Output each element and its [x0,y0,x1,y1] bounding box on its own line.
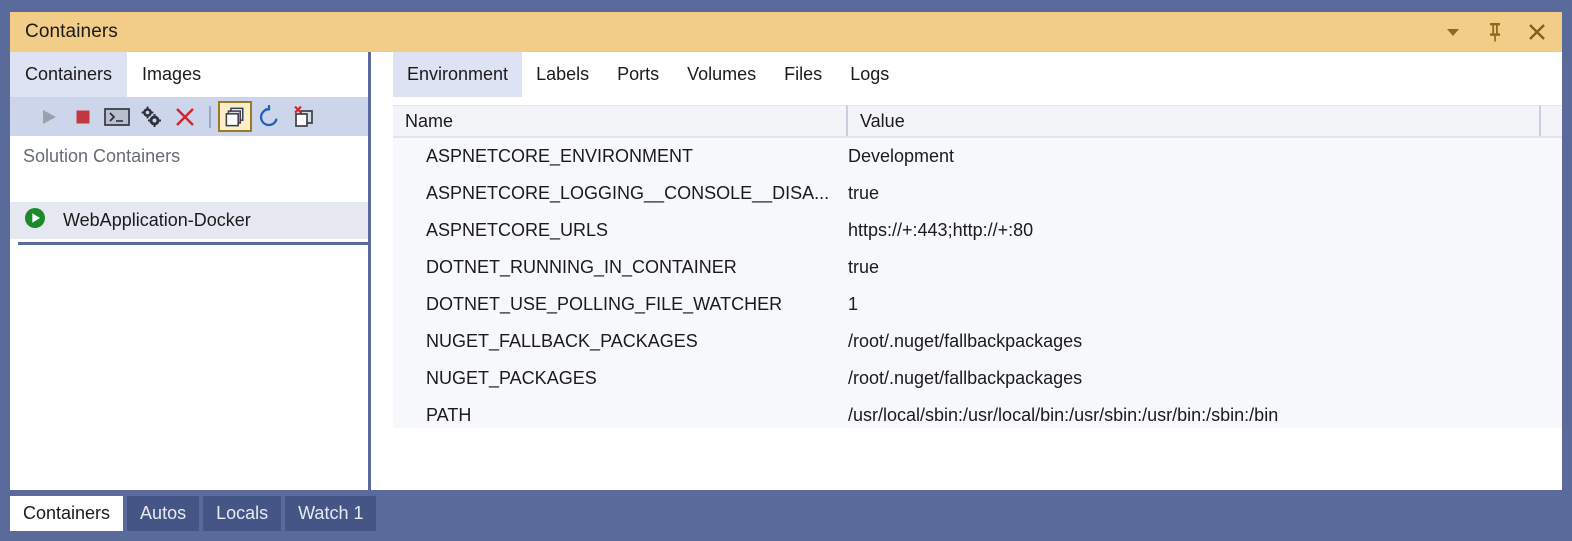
table-row[interactable]: NUGET_PACKAGES/root/.nuget/fallbackpacka… [393,360,1562,397]
bottom-dock-strip: Containers Autos Locals Watch 1 [0,490,1572,541]
running-status-icon [24,207,46,234]
table-row[interactable]: ASPNETCORE_URLS https://+:443;http://+:80 [393,212,1562,249]
cell-variable-value: /usr/local/sbin:/usr/local/bin:/usr/sbin… [848,405,1279,425]
cell-variable-name: DOTNET_USE_POLLING_FILE_WATCHER [426,294,783,314]
details-tabs: Environment Labels Ports Volumes Files L… [373,52,1562,97]
cell-variable-name: NUGET_FALLBACK_PACKAGES [426,331,698,351]
cell-variable-name: DOTNET_RUNNING_IN_CONTAINER [426,257,737,277]
containers-toolbar [10,97,370,136]
terminal-icon[interactable] [100,101,134,132]
tab-images[interactable]: Images [127,52,216,97]
tab-ports[interactable]: Ports [603,52,673,97]
solution-containers-header: Solution Containers [10,136,370,176]
kill-icon[interactable] [168,101,202,132]
table-row[interactable]: PATH/usr/local/sbin:/usr/local/bin:/usr/… [393,397,1562,434]
cell-variable-value: https://+:443;http://+:80 [848,220,1034,240]
tab-labels[interactable]: Labels [522,52,603,97]
window-titlebar: Containers [10,12,1562,52]
column-header-filler [1541,106,1560,136]
cell-variable-name: NUGET_PACKAGES [426,368,597,388]
titlebar-controls [1442,21,1548,43]
containers-tool-window: Containers Containers Images Solution Co… [0,0,1572,541]
dock-tab-containers[interactable]: Containers [10,496,124,531]
table-row[interactable]: ASPNETCORE_ENVIRONMENT Development [393,138,1562,175]
column-header-value[interactable]: Value [848,106,1541,136]
list-divider [18,242,370,245]
start-icon[interactable] [32,101,66,132]
cell-variable-name: ASPNETCORE_LOGGING__CONSOLE__DISA... [426,183,830,203]
tab-logs[interactable]: Logs [836,52,903,97]
table-row[interactable]: ASPNETCORE_LOGGING__CONSOLE__DISA... true [393,175,1562,212]
pin-icon[interactable] [1484,21,1506,43]
cell-variable-name: PATH [426,405,472,425]
refresh-icon[interactable] [252,101,286,132]
table-row[interactable]: DOTNET_USE_POLLING_FILE_WATCHER 1 [393,286,1562,323]
cell-variable-value: true [848,183,880,203]
cell-variable-value: /root/.nuget/fallbackpackages [848,368,1083,388]
left-pane-tabs: Containers Images [10,52,370,97]
column-header-name[interactable]: Name [393,106,848,136]
dock-tab-locals[interactable]: Locals [203,496,282,531]
grid-header: Name Value [393,105,1562,138]
table-row[interactable]: NUGET_FALLBACK_PACKAGES/root/.nuget/fall… [393,323,1562,360]
containers-list-pane: Containers Images Solution Containers We… [10,52,371,490]
cell-variable-value: 1 [848,294,859,314]
dock-tab-autos[interactable]: Autos [127,496,200,531]
container-details-pane: Environment Labels Ports Volumes Files L… [373,52,1562,490]
tab-environment[interactable]: Environment [393,52,523,97]
list-item-label: WebApplication-Docker [63,210,251,230]
dock-tab-watch1[interactable]: Watch 1 [285,496,377,531]
cell-variable-name: ASPNETCORE_URLS [426,220,609,240]
stop-icon[interactable] [66,101,100,132]
bottom-dock-tabs: Containers Autos Locals Watch 1 [10,496,377,531]
show-containers-icon[interactable] [218,101,252,132]
gears-icon[interactable] [134,101,168,132]
page-title: Containers [25,21,118,42]
pane-splitter[interactable] [368,52,371,490]
environment-variables-grid[interactable]: ASPNETCORE_ENVIRONMENT Development ASPNETC… [393,138,1562,428]
cell-variable-value: /root/.nuget/fallbackpackages [848,331,1083,351]
cell-variable-name: ASPNETCORE_ENVIRONMENT [426,146,694,166]
toolbar-separator [209,105,211,128]
close-icon[interactable] [1526,21,1548,43]
table-row[interactable]: DOTNET_RUNNING_IN_CONTAINER true [393,249,1562,286]
tab-files[interactable]: Files [770,52,836,97]
cell-variable-value: true [848,257,880,277]
tool-window-body: Containers Images Solution Containers We… [10,52,1562,490]
tab-containers[interactable]: Containers [10,52,128,97]
chevron-down-icon[interactable] [1442,21,1464,43]
list-item[interactable]: WebApplication-Docker [10,202,370,239]
remove-container-icon[interactable] [286,101,320,132]
tab-volumes[interactable]: Volumes [673,52,770,97]
cell-variable-value: Development [848,146,955,166]
